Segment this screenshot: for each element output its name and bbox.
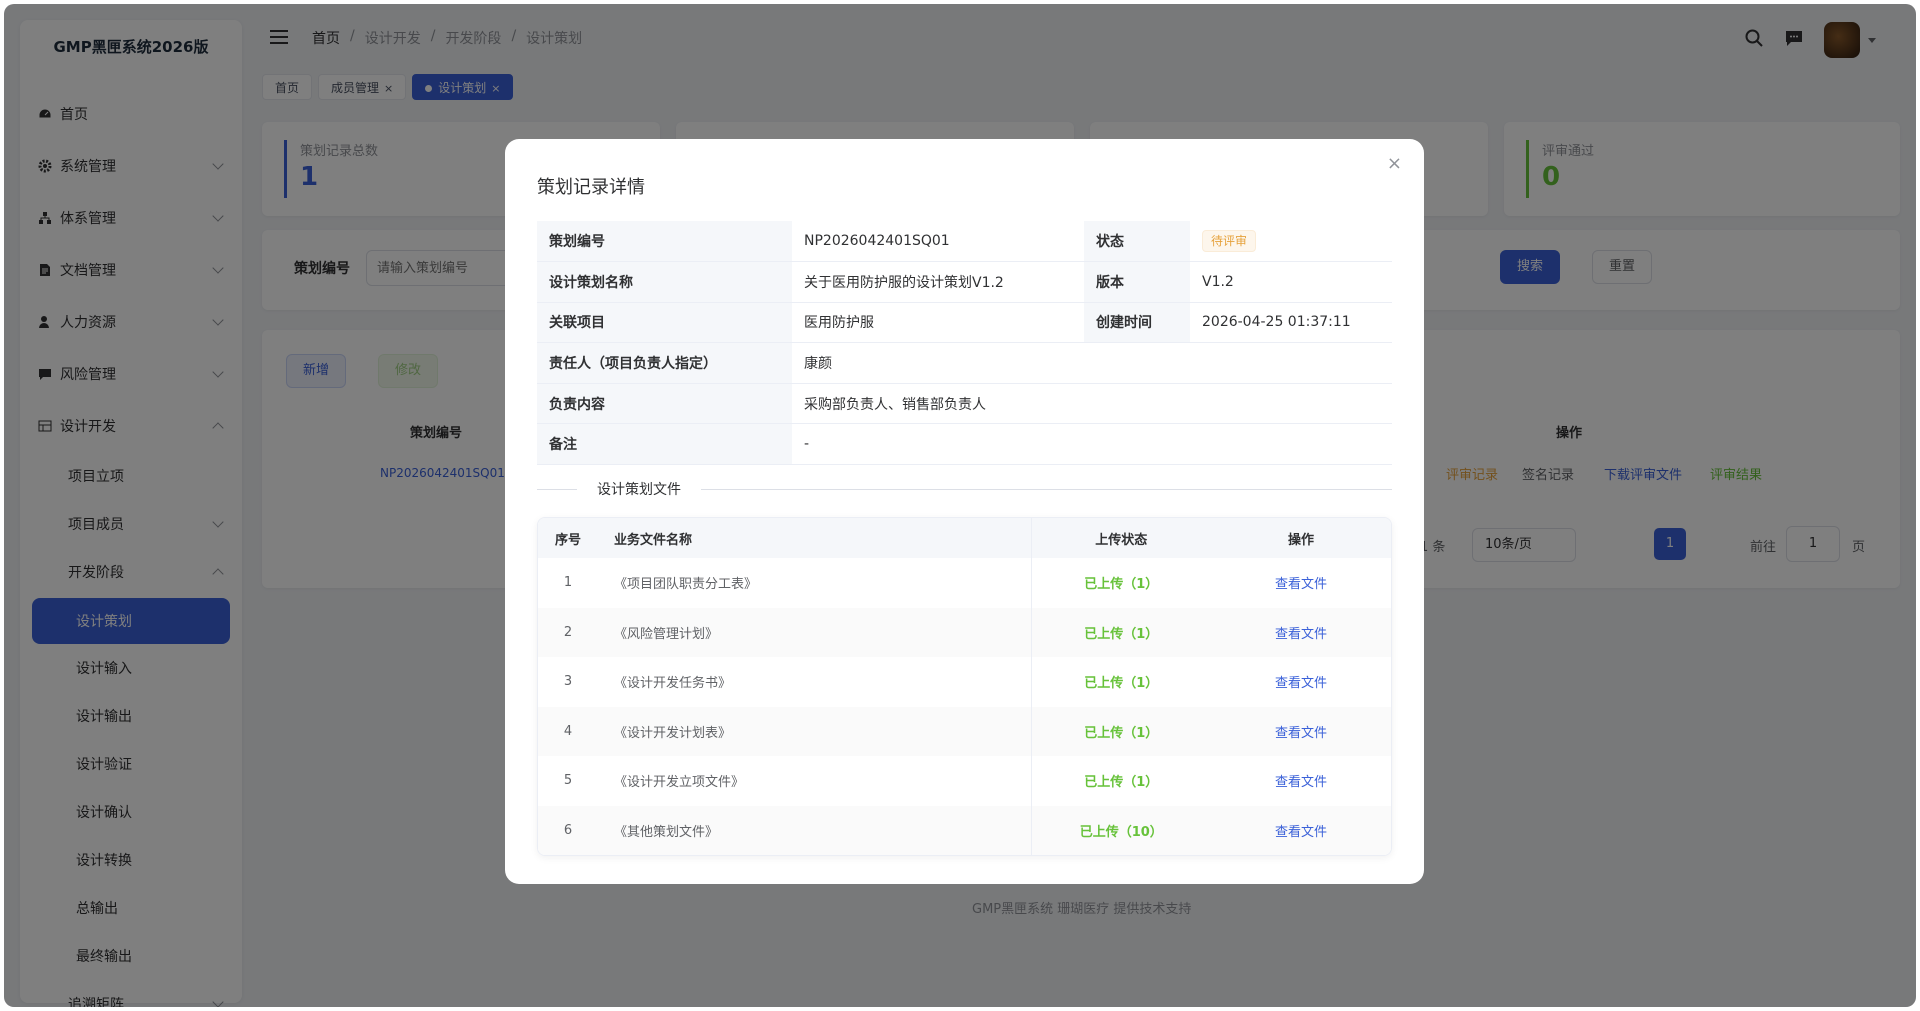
- detail-value: 待评审: [1190, 221, 1392, 263]
- view-file-link[interactable]: 查看文件: [1211, 756, 1391, 806]
- detail-row: 责任人（项目负责人指定） 康颜: [537, 342, 1392, 384]
- detail-value: -: [792, 423, 1392, 466]
- upload-status: 已上传（10）: [1030, 805, 1211, 855]
- detail-value: NP2026042401SQ01: [792, 221, 1084, 263]
- detail-value: V1.2: [1190, 261, 1392, 303]
- table-row: 1 《项目团队职责分工表》 已上传（1） 查看文件: [538, 558, 1391, 608]
- table-row: 5 《设计开发立项文件》 已上传（1） 查看文件: [538, 756, 1391, 806]
- detail-row: 关联项目 医用防护服 创建时间 2026-04-25 01:37:11: [537, 302, 1392, 344]
- files-table: 序号 业务文件名称 上传状态 操作 1 《项目团队职责分工表》 已上传（1） 查…: [537, 517, 1392, 856]
- modal-title: 策划记录详情: [537, 177, 645, 198]
- detail-label: 状态: [1084, 221, 1190, 263]
- app-window: GMP黑匣系统2026版 首页 系统管理 体系管理 文档管理 人力资源 风险: [4, 4, 1916, 1007]
- upload-status: 已上传（1）: [1030, 607, 1211, 657]
- col-header-status: 上传状态: [1030, 518, 1211, 558]
- upload-status: 已上传（1）: [1030, 756, 1211, 806]
- detail-table: 策划编号 NP2026042401SQ01 状态 待评审 设计策划名称 关于医用…: [537, 221, 1392, 466]
- file-name: 《风险管理计划》: [598, 607, 1031, 657]
- row-index: 2: [538, 607, 598, 657]
- close-icon[interactable]: ×: [1387, 153, 1402, 174]
- detail-value: 2026-04-25 01:37:11: [1190, 302, 1392, 344]
- col-header-name: 业务文件名称: [598, 518, 1031, 558]
- detail-value: 医用防护服: [792, 302, 1084, 344]
- detail-label: 备注: [537, 423, 792, 466]
- detail-value: 康颜: [792, 342, 1392, 384]
- status-badge: 待评审: [1202, 230, 1257, 253]
- col-header-action: 操作: [1211, 518, 1391, 558]
- file-name: 《设计开发计划表》: [598, 706, 1031, 756]
- detail-label: 负责内容: [537, 383, 792, 425]
- detail-label: 版本: [1084, 261, 1190, 303]
- detail-label: 创建时间: [1084, 302, 1190, 344]
- detail-row: 设计策划名称 关于医用防护服的设计策划V1.2 版本 V1.2: [537, 261, 1392, 303]
- detail-row: 负责内容 采购部负责人、销售部负责人: [537, 383, 1392, 425]
- row-index: 1: [563, 575, 573, 591]
- row-index: 4: [538, 706, 598, 756]
- detail-value: 采购部负责人、销售部负责人: [792, 383, 1392, 425]
- view-file-link[interactable]: 查看文件: [1211, 805, 1391, 855]
- upload-status: 已上传（1）: [1030, 657, 1211, 707]
- detail-label: 关联项目: [537, 302, 792, 344]
- detail-label: 策划编号: [537, 221, 792, 263]
- row-index: 3: [563, 674, 573, 690]
- file-name: 《项目团队职责分工表》: [614, 577, 758, 593]
- col-header-index: 序号: [538, 518, 598, 558]
- detail-label: 责任人（项目负责人指定）: [537, 342, 792, 384]
- detail-label: 设计策划名称: [537, 261, 792, 303]
- planning-detail-modal: 策划记录详情 × 策划编号 NP2026042401SQ01 状态 待评审 设计…: [505, 139, 1424, 884]
- file-name: 《设计开发任务书》: [614, 676, 732, 692]
- upload-status: 已上传（1）: [1030, 558, 1211, 608]
- row-index: 6: [538, 805, 598, 855]
- section-title: 设计策划文件: [577, 479, 701, 499]
- detail-value: 关于医用防护服的设计策划V1.2: [792, 261, 1084, 303]
- file-name: 《设计开发立项文件》: [614, 775, 745, 791]
- view-file-link[interactable]: 查看文件: [1211, 657, 1391, 707]
- files-header-row: 序号 业务文件名称 上传状态 操作: [538, 518, 1391, 558]
- upload-status: 已上传（1）: [1030, 706, 1211, 756]
- detail-row: 策划编号 NP2026042401SQ01 状态 待评审: [537, 221, 1392, 263]
- row-index: 5: [563, 773, 573, 789]
- detail-row: 备注 -: [537, 423, 1392, 466]
- view-file-link[interactable]: 查看文件: [1211, 607, 1391, 657]
- table-row: 6 《其他策划文件》 已上传（10） 查看文件: [538, 805, 1391, 855]
- view-file-link[interactable]: 查看文件: [1211, 706, 1391, 756]
- file-name: 《其他策划文件》: [598, 805, 1031, 855]
- table-row: 3 《设计开发任务书》 已上传（1） 查看文件: [538, 657, 1391, 707]
- view-file-link[interactable]: 查看文件: [1211, 558, 1391, 608]
- table-row: 2 《风险管理计划》 已上传（1） 查看文件: [538, 607, 1391, 657]
- table-row: 4 《设计开发计划表》 已上传（1） 查看文件: [538, 706, 1391, 756]
